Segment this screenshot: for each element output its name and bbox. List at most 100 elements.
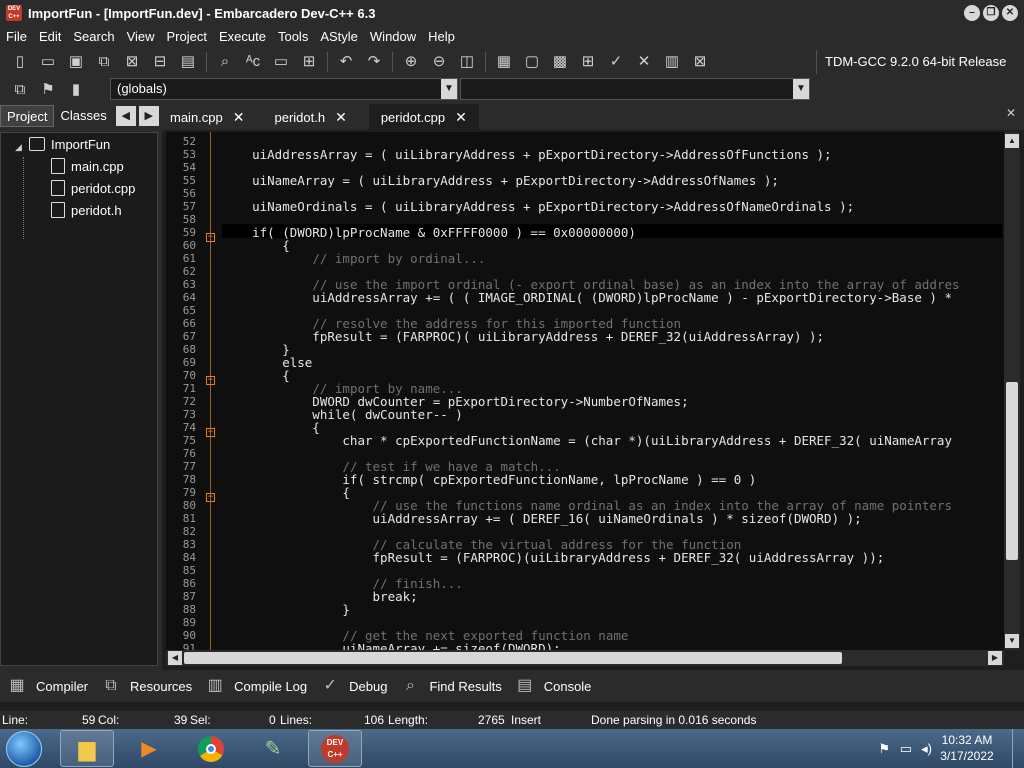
menu-search[interactable]: Search [67, 26, 120, 48]
toolbar-separator [485, 52, 486, 72]
tab-debug[interactable]: ✓ Debug [319, 675, 387, 697]
globals-combo[interactable]: (globals) ▼ [110, 78, 458, 100]
status-col-value: 39 [174, 713, 188, 727]
scroll-up-icon[interactable]: ▲ [1005, 134, 1019, 148]
vertical-scrollbar[interactable]: ▲ ▼ [1004, 132, 1020, 650]
compiler-select[interactable]: TDM-GCC 9.2.0 64-bit Release [816, 50, 1024, 74]
line-number: 67 [182, 330, 196, 343]
print-icon[interactable]: ▤ [177, 51, 199, 73]
save-all-icon[interactable]: ⧉ [93, 51, 115, 73]
flag-icon[interactable]: ⚑ [878, 741, 890, 757]
new-project-icon[interactable]: ⊕ [400, 51, 422, 73]
undo-icon[interactable]: ↶ [335, 51, 357, 73]
menu-project[interactable]: Project [161, 26, 213, 48]
scroll-down-icon[interactable]: ▼ [1005, 634, 1019, 648]
close-editor-icon[interactable]: ✕ [1006, 106, 1016, 120]
fold-line [210, 132, 211, 650]
tab-label: Resources [130, 678, 193, 694]
replace-icon[interactable]: ᴬᴄ [242, 51, 264, 73]
tab-main-cpp[interactable]: main.cpp ✕ [162, 104, 252, 130]
notepad-taskbar-button[interactable]: ✎ [246, 730, 300, 767]
chevron-right-icon[interactable]: ▶ [138, 106, 159, 126]
scroll-left-icon[interactable]: ◀ [168, 651, 182, 665]
globals-combo-value: (globals) [117, 81, 167, 96]
bookmarks-icon[interactable]: ▮ [65, 79, 87, 101]
media-player-taskbar-button[interactable]: ▶ [122, 730, 176, 767]
goto-line-icon[interactable]: ▭ [270, 51, 292, 73]
code-editor[interactable]: 52 53 54 55 56 57 58 59 60 61 62 63 64 65 66 67 68 69 70 71… [166, 132, 1020, 650]
stop-execution-icon[interactable]: ✕ [633, 51, 655, 73]
checkmark-icon: ✓ [323, 677, 337, 694]
new-file-icon[interactable]: ▯ [9, 51, 31, 73]
syntax-check-icon[interactable]: ✓ [605, 51, 627, 73]
tab-compile-log[interactable]: ▥ Compile Log [204, 675, 308, 697]
delete-profile-icon[interactable]: ⊠ [689, 51, 711, 73]
notepad-icon: ✎ [264, 738, 282, 760]
tab-project[interactable]: Project [0, 105, 55, 127]
tab-compiler[interactable]: ▦ Compiler [6, 675, 88, 697]
tab-peridot-cpp[interactable]: peridot.cpp ✕ [368, 104, 479, 130]
tree-file-peridot-h[interactable]: peridot.h [51, 199, 122, 221]
status-sel-value: 0 [269, 713, 276, 727]
devcpp-icon: DEV C++ [321, 734, 349, 763]
vertical-scroll-thumb[interactable] [1006, 382, 1018, 560]
scroll-right-icon[interactable]: ▶ [988, 651, 1002, 665]
compile-icon[interactable]: ▦ [493, 51, 515, 73]
find-icon[interactable]: ⌕ [214, 51, 236, 73]
tree-file-main[interactable]: main.cpp [51, 155, 124, 177]
toggle-bookmark-icon[interactable]: ⚑ [37, 79, 59, 101]
menu-file[interactable]: File [0, 26, 33, 48]
profile-icon[interactable]: ▥ [661, 51, 683, 73]
menu-view[interactable]: View [121, 26, 161, 48]
chevron-down-icon[interactable]: ▼ [793, 79, 809, 99]
volume-icon[interactable]: ◂) [921, 741, 932, 757]
project-options-icon[interactable]: ◫ [456, 51, 478, 73]
tab-find-results[interactable]: ⌕ Find Results [399, 675, 502, 697]
menu-astyle[interactable]: AStyle [314, 26, 364, 48]
menu-tools[interactable]: Tools [272, 26, 314, 48]
start-button[interactable] [6, 731, 42, 767]
compile-run-icon[interactable]: ▩ [549, 51, 571, 73]
chevron-left-icon[interactable]: ◀ [115, 106, 136, 126]
network-icon[interactable]: ▭ [900, 741, 912, 757]
goto-bookmark-icon[interactable]: ⧉ [9, 79, 31, 101]
tab-label: Find Results [429, 678, 502, 694]
code-line: uiAddressArray += ( ( IMAGE_ORDINAL( (DW… [222, 290, 952, 305]
horizontal-scroll-thumb[interactable] [184, 652, 842, 664]
taskbar-clock[interactable]: 10:32 AM 3/17/2022 [932, 732, 1002, 764]
menu-edit[interactable]: Edit [33, 26, 67, 48]
code-text[interactable]: uiAddressArray = ( uiLibraryAddress + pE… [222, 132, 1002, 650]
close-icon[interactable]: ✕ [335, 109, 347, 126]
redo-icon[interactable]: ↷ [363, 51, 385, 73]
close-all-icon[interactable]: ⊟ [149, 51, 171, 73]
collapse-icon[interactable]: ◢ [15, 142, 22, 153]
explorer-taskbar-button[interactable]: ▆ [60, 730, 114, 767]
restore-button[interactable]: ❐ [983, 5, 999, 21]
close-icon[interactable]: ✕ [233, 109, 245, 126]
members-combo[interactable]: ▼ [460, 78, 810, 100]
open-folder-icon[interactable]: ▭ [37, 51, 59, 73]
rebuild-icon[interactable]: ⊞ [577, 51, 599, 73]
chevron-down-icon[interactable]: ▼ [441, 79, 457, 99]
remove-from-project-icon[interactable]: ⊖ [428, 51, 450, 73]
tab-peridot-h[interactable]: peridot.h ✕ [266, 104, 354, 130]
close-button[interactable]: ✕ [1002, 5, 1018, 21]
menu-help[interactable]: Help [422, 26, 461, 48]
tab-console[interactable]: ▤ Console [514, 675, 591, 697]
close-icon[interactable]: ✕ [455, 109, 467, 126]
menu-window[interactable]: Window [364, 26, 422, 48]
devcpp-taskbar-button[interactable]: DEV C++ [308, 730, 362, 767]
tree-file-peridot-cpp[interactable]: peridot.cpp [51, 177, 135, 199]
close-file-icon[interactable]: ⊠ [121, 51, 143, 73]
tab-resources[interactable]: ⧉ Resources [100, 675, 192, 697]
minimize-button[interactable]: – [964, 5, 980, 21]
show-desktop-button[interactable] [1012, 729, 1024, 768]
menu-execute[interactable]: Execute [213, 26, 272, 48]
toggle-comment-icon[interactable]: ⊞ [298, 51, 320, 73]
tab-classes[interactable]: Classes [54, 105, 112, 127]
horizontal-scrollbar[interactable]: ◀ ▶ [166, 650, 1004, 666]
run-icon[interactable]: ▢ [521, 51, 543, 73]
chrome-taskbar-button[interactable] [184, 730, 238, 767]
tree-root[interactable]: ImportFun [29, 133, 110, 155]
save-icon[interactable]: ▣ [65, 51, 87, 73]
